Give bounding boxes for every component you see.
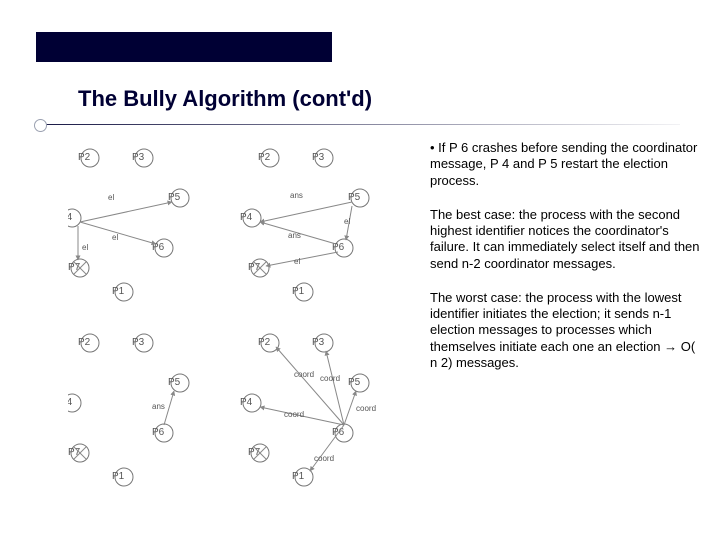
svg-text:P4: P4 <box>240 212 253 223</box>
paragraph-best-case: The best case: the process with the seco… <box>430 207 702 272</box>
svg-text:P3: P3 <box>312 152 325 163</box>
svg-text:coord: coord <box>284 410 304 419</box>
slide-title: The Bully Algorithm (cont'd) <box>78 86 372 112</box>
svg-text:P2: P2 <box>258 152 271 163</box>
svg-text:coord: coord <box>356 404 376 413</box>
paragraph-worst-case: The worst case: the process with the low… <box>430 290 702 371</box>
svg-text:P5: P5 <box>168 192 181 203</box>
bully-diagrams: P2 P3 P5 P4 P6 P7 P1 el el el P2 P3 P5 <box>68 140 418 500</box>
svg-text:P4: P4 <box>240 397 253 408</box>
svg-text:ans: ans <box>152 402 165 411</box>
svg-text:el: el <box>294 257 300 266</box>
svg-text:P2: P2 <box>258 337 271 348</box>
paragraph-crash: • If P 6 crashes before sending the coor… <box>430 140 702 189</box>
svg-text:P5: P5 <box>348 377 361 388</box>
accent-bar <box>36 32 332 62</box>
svg-text:ans: ans <box>290 191 303 200</box>
svg-text:P4: P4 <box>68 397 73 408</box>
svg-text:P7: P7 <box>248 262 261 273</box>
svg-text:P1: P1 <box>112 286 125 297</box>
svg-text:coord: coord <box>294 370 314 379</box>
svg-text:P5: P5 <box>348 192 361 203</box>
svg-text:el: el <box>82 243 88 252</box>
svg-text:el: el <box>112 233 118 242</box>
svg-text:P7: P7 <box>248 447 261 458</box>
title-rule-dot <box>34 119 47 132</box>
svg-text:P1: P1 <box>292 286 305 297</box>
svg-text:P7: P7 <box>68 262 81 273</box>
svg-text:P7: P7 <box>68 447 81 458</box>
svg-text:coord: coord <box>320 374 340 383</box>
svg-text:P4: P4 <box>68 212 73 223</box>
svg-text:P2: P2 <box>78 152 91 163</box>
svg-text:P3: P3 <box>132 337 145 348</box>
svg-text:P1: P1 <box>292 471 305 482</box>
title-rule <box>40 124 680 125</box>
text-column: • If P 6 crashes before sending the coor… <box>430 140 702 389</box>
worst-case-text: The worst case: the process with the low… <box>430 290 681 354</box>
svg-text:el: el <box>344 217 350 226</box>
svg-text:P5: P5 <box>168 377 181 388</box>
svg-text:P2: P2 <box>78 337 91 348</box>
svg-text:P3: P3 <box>132 152 145 163</box>
slide: The Bully Algorithm (cont'd) P2 P3 P5 P4… <box>0 0 720 540</box>
diagram-area: P2 P3 P5 P4 P6 P7 P1 el el el P2 P3 P5 <box>68 140 418 500</box>
svg-text:P6: P6 <box>152 427 165 438</box>
svg-text:ans: ans <box>288 231 301 240</box>
arrow-icon: → <box>664 339 677 354</box>
svg-text:P3: P3 <box>312 337 325 348</box>
svg-text:el: el <box>108 193 114 202</box>
svg-text:coord: coord <box>314 454 334 463</box>
svg-text:P1: P1 <box>112 471 125 482</box>
